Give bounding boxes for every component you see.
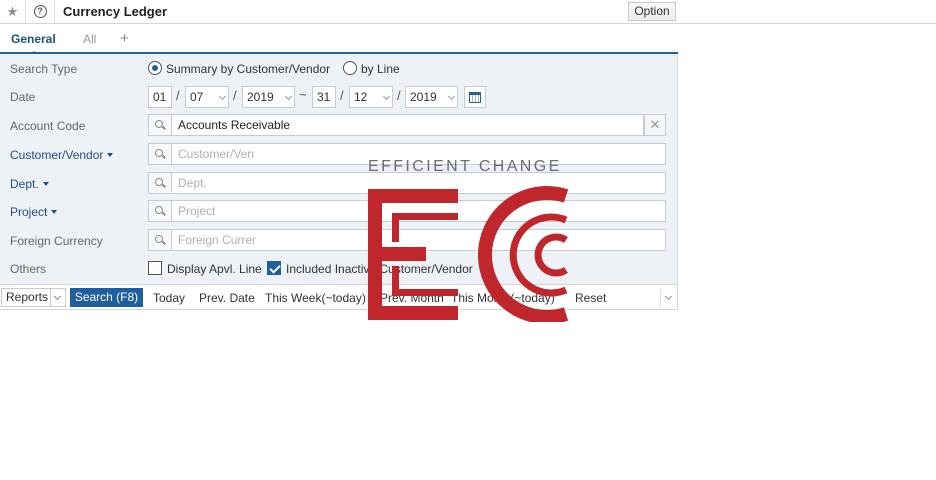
date-to-year-value: 2019 [410,90,437,104]
tab-general-label: General [11,32,56,46]
foreign-currency-field [148,229,666,251]
chevron-down-icon [382,92,391,101]
dept-label-text: Dept. [10,177,39,191]
search-icon [155,206,163,214]
date-to-month-select[interactable]: 12 [349,86,393,108]
favorite-star-icon[interactable]: ★ [0,0,26,23]
chevron-down-icon [447,92,456,101]
project-label-text: Project [10,205,48,219]
date-range-separator: ~ [299,87,307,102]
project-input[interactable] [171,200,666,222]
display-apvl-line-checkbox[interactable] [148,261,162,275]
title-bar: ★ ? Currency Ledger Option [0,0,936,24]
date-from-day-input[interactable]: 01 [148,86,172,108]
customer-vendor-label-text: Customer/Vendor [10,148,104,162]
today-button[interactable]: Today [153,291,185,305]
included-inactive-checkbox[interactable] [267,261,281,275]
account-code-input[interactable] [171,114,644,136]
chevron-down-icon [218,92,227,101]
reports-button[interactable]: Reports [1,288,51,307]
date-to-month-value: 12 [354,90,368,104]
date-separator: / [176,88,180,103]
more-chevron-icon[interactable] [660,289,676,307]
date-from-year-value: 2019 [247,90,274,104]
help-icon: ? [33,5,47,18]
date-from-year-select[interactable]: 2019 [242,86,295,108]
option-button[interactable]: Option [628,2,676,21]
radio-summary-by-customer-vendor[interactable] [148,61,162,75]
clear-icon[interactable]: ✕ [644,114,666,136]
foreign-currency-search-button[interactable] [148,229,171,251]
radio-by-line-label: by Line [361,62,400,76]
dropdown-arrow-icon [107,153,114,157]
date-separator: / [233,88,237,103]
date-to-day-input[interactable]: 31 [312,86,336,108]
reports-dropdown-chevron-icon[interactable] [51,288,66,307]
search-icon [155,149,163,157]
dept-input[interactable] [171,172,666,194]
project-field [148,200,666,222]
add-tab-button[interactable]: + [120,30,129,47]
page-title: Currency Ledger [63,4,168,19]
dropdown-arrow-icon [51,210,58,214]
reset-button[interactable]: Reset [575,291,606,305]
search-icon [155,178,163,186]
customer-vendor-search-button[interactable] [148,143,171,165]
customer-vendor-field [148,143,666,165]
tab-general[interactable]: General [11,32,56,56]
account-code-label: Account Code [10,119,86,133]
date-separator: / [397,88,401,103]
dept-label[interactable]: Dept. [10,177,49,191]
date-separator: / [340,88,344,103]
account-code-search-button[interactable] [148,114,171,136]
this-month-button[interactable]: This Month(~today) [451,291,555,305]
tab-all[interactable]: All [83,32,96,46]
calendar-icon [469,91,481,103]
dept-field [148,172,666,194]
dept-search-button[interactable] [148,172,171,194]
date-to-year-select[interactable]: 2019 [405,86,458,108]
tab-bar: General All + [0,24,678,56]
date-from-month-value: 07 [190,90,204,104]
help-button[interactable]: ? [26,0,55,23]
this-week-button[interactable]: This Week(~today) [265,291,366,305]
dropdown-arrow-icon [42,182,49,186]
customer-vendor-label[interactable]: Customer/Vendor [10,148,114,162]
date-label: Date [10,90,36,104]
date-from-month-select[interactable]: 07 [185,86,229,108]
calendar-button[interactable] [464,86,486,108]
radio-summary-label: Summary by Customer/Vendor [166,62,331,76]
project-label[interactable]: Project [10,205,58,219]
bottom-toolbar: Reports Search (F8) Today Prev. Date Thi… [0,284,678,310]
radio-by-line[interactable] [343,61,357,75]
display-apvl-line-label: Display Apvl. Line [167,262,262,276]
others-label: Others [10,262,47,276]
project-search-button[interactable] [148,200,171,222]
search-type-label: Search Type [10,62,78,76]
prev-date-button[interactable]: Prev. Date [199,291,255,305]
chevron-down-icon [284,92,293,101]
foreign-currency-input[interactable] [171,229,666,251]
included-inactive-label: Included Inactive Customer/Vendor [286,262,473,276]
search-f8-button[interactable]: Search (F8) [70,288,143,307]
search-form-panel: Search Type Summary by Customer/Vendor b… [0,54,678,284]
prev-month-button[interactable]: Prev. Month [380,291,444,305]
customer-vendor-input[interactable] [171,143,666,165]
foreign-currency-label: Foreign Currency [10,234,103,248]
search-icon [155,120,163,128]
search-icon [155,235,163,243]
account-code-field: ✕ [148,114,666,136]
